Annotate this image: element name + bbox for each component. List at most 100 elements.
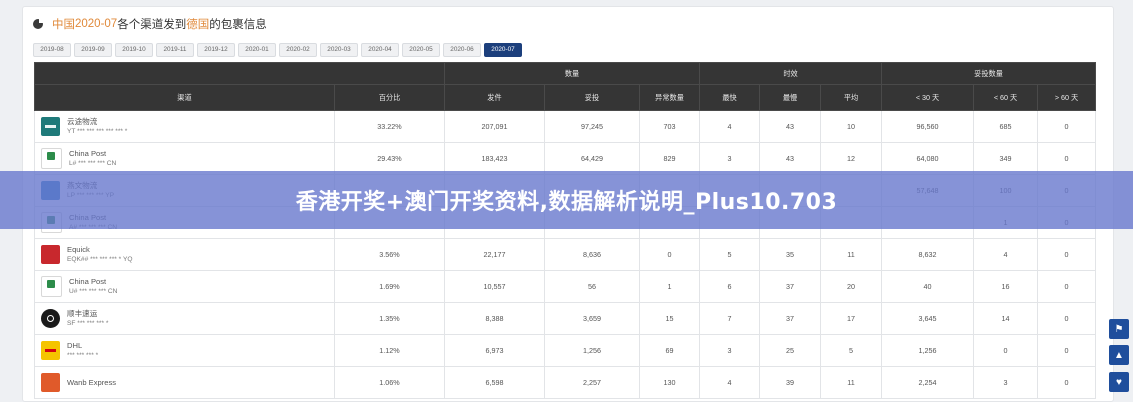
table-cell: 1,256 bbox=[544, 334, 640, 367]
table-cell: 0 bbox=[1037, 142, 1097, 175]
table-cell: 349 bbox=[973, 142, 1039, 175]
title-origin: 中国 bbox=[52, 19, 75, 31]
carrier-logo bbox=[41, 245, 60, 264]
table-group-header: 数量 时效 妥投数量 bbox=[34, 62, 1097, 85]
table-column-header: 渠道 百分比 发件 妥投 异常数量 最快 最慢 平均 < 30 天 < 60 天 > 60 天 bbox=[34, 84, 1097, 111]
month-tab-2019-10[interactable]: 2019-10 bbox=[115, 43, 153, 57]
table-cell: 97,245 bbox=[544, 110, 640, 143]
column-header[interactable]: 最快 bbox=[699, 84, 761, 111]
table-row[interactable]: 顺丰速运 SF *** *** *** * 1.35% 8,388 3,659 15 7 37… bbox=[34, 302, 1097, 335]
title-country: 德国 bbox=[186, 19, 210, 31]
table-cell: 1.69% bbox=[334, 270, 445, 303]
month-tab-2020-02[interactable]: 2020-02 bbox=[279, 43, 317, 57]
column-header[interactable]: 妥投 bbox=[544, 84, 640, 111]
channel-table: 数量 时效 妥投数量 渠道 百分比 发件 妥投 异常数量 最快 最慢 平均 < 30 天 < 60… bbox=[34, 62, 1097, 399]
month-tab-2019-08[interactable]: 2019-08 bbox=[33, 43, 71, 57]
column-header[interactable]: 百分比 bbox=[334, 84, 445, 111]
month-tab-2020-07[interactable]: 2020-07 bbox=[484, 43, 522, 57]
month-tab-2019-09[interactable]: 2019-09 bbox=[74, 43, 112, 57]
table-cell: 3.56% bbox=[334, 238, 445, 271]
table-row[interactable]: Wanb Express 1.06% 6,598 2,257 130 4 39 11 2,254… bbox=[34, 366, 1097, 399]
group-timeliness: 时效 bbox=[699, 62, 883, 85]
group-quantity: 数量 bbox=[443, 62, 701, 85]
table-row[interactable]: China Post U# *** *** *** CN 1.69% 10,557 56… bbox=[34, 270, 1097, 303]
tracking-pattern: *** *** *** * bbox=[67, 352, 99, 359]
carrier-name: Wanb Express bbox=[67, 377, 117, 387]
column-header[interactable]: 平均 bbox=[820, 84, 883, 111]
table-cell: 207,091 bbox=[444, 110, 545, 143]
table-cell: 1.06% bbox=[334, 366, 445, 399]
table-cell: 10 bbox=[820, 110, 883, 143]
month-tab-2020-03[interactable]: 2020-03 bbox=[320, 43, 358, 57]
promo-banner: 香港开奖+澳门开奖资料,数据解析说明_Plus10.703 bbox=[0, 171, 1133, 229]
table-cell: 1.35% bbox=[334, 302, 445, 335]
table-cell: 703 bbox=[638, 110, 701, 143]
table-cell: 17 bbox=[820, 302, 883, 335]
table-cell: 0 bbox=[1037, 334, 1097, 367]
column-header[interactable]: < 30 天 bbox=[881, 84, 975, 111]
table-cell: 3,645 bbox=[881, 302, 975, 335]
table-cell: 685 bbox=[973, 110, 1039, 143]
table-cell: 43 bbox=[759, 110, 822, 143]
month-tab-2019-12[interactable]: 2019-12 bbox=[197, 43, 235, 57]
heart-icon[interactable]: ♥ bbox=[1109, 372, 1129, 392]
table-cell: 64,429 bbox=[544, 142, 640, 175]
table-cell: 37 bbox=[759, 302, 822, 335]
pin-icon[interactable]: ⚑ bbox=[1109, 319, 1129, 339]
channel-cell: 顺丰速运 SF *** *** *** * bbox=[34, 302, 335, 335]
table-body: 云途物流 YT *** *** *** *** *** * 33.22% 207,09… bbox=[34, 110, 1097, 399]
tracking-pattern: YT *** *** *** *** *** * bbox=[67, 128, 128, 135]
carrier-logo bbox=[41, 117, 60, 136]
table-cell: 8,388 bbox=[444, 302, 545, 335]
banner-text: 香港开奖+澳门开奖资料,数据解析说明_Plus10.703 bbox=[295, 190, 838, 215]
channel-cell: China Post U# *** *** *** CN bbox=[34, 270, 335, 303]
table-cell: 4 bbox=[699, 110, 761, 143]
table-cell: 64,080 bbox=[881, 142, 975, 175]
table-row[interactable]: DHL *** *** *** * 1.12% 6,973 1,256 69 3 25 5 1,2… bbox=[34, 334, 1097, 367]
month-tab-2019-11[interactable]: 2019-11 bbox=[156, 43, 194, 57]
carrier-name: 云途物流 bbox=[67, 117, 98, 126]
carrier-name: China Post bbox=[69, 149, 107, 158]
column-header[interactable]: 渠道 bbox=[34, 84, 335, 111]
table-cell: 4 bbox=[973, 238, 1039, 271]
panel-title: 中国 2020-07 各个渠道发到 德国 的包裹信息 bbox=[33, 15, 267, 33]
column-header[interactable]: 最慢 bbox=[759, 84, 822, 111]
column-header[interactable]: < 60 天 bbox=[973, 84, 1039, 111]
table-cell: 43 bbox=[759, 142, 822, 175]
column-header[interactable]: 异常数量 bbox=[638, 84, 701, 111]
table-row[interactable]: Equick EQK## *** *** *** * YQ 3.56% 22,177 8… bbox=[34, 238, 1097, 271]
table-row[interactable]: 云途物流 YT *** *** *** *** *** * 33.22% 207,09… bbox=[34, 110, 1097, 143]
tracking-pattern: L# *** *** *** CN bbox=[69, 160, 117, 167]
column-header[interactable]: > 60 天 bbox=[1037, 84, 1097, 111]
tracking-pattern: U# *** *** *** CN bbox=[69, 288, 118, 295]
table-cell: 0 bbox=[1037, 302, 1097, 335]
table-cell: 14 bbox=[973, 302, 1039, 335]
month-tab-2020-05[interactable]: 2020-05 bbox=[402, 43, 440, 57]
table-row[interactable]: China Post L# *** *** *** CN 29.43% 183,423… bbox=[34, 142, 1097, 175]
table-cell: 4 bbox=[699, 366, 761, 399]
carrier-logo bbox=[41, 341, 60, 360]
table-cell: 0 bbox=[1037, 366, 1097, 399]
month-tab-2020-01[interactable]: 2020-01 bbox=[238, 43, 276, 57]
carrier-logo bbox=[41, 309, 60, 328]
table-cell: 1,256 bbox=[881, 334, 975, 367]
month-tab-2020-06[interactable]: 2020-06 bbox=[443, 43, 481, 57]
table-cell: 29.43% bbox=[334, 142, 445, 175]
carrier-name: DHL bbox=[67, 341, 83, 350]
table-cell: 0 bbox=[973, 334, 1039, 367]
group-blank bbox=[34, 62, 445, 85]
month-tab-2020-04[interactable]: 2020-04 bbox=[361, 43, 399, 57]
table-cell: 37 bbox=[759, 270, 822, 303]
table-cell: 7 bbox=[699, 302, 761, 335]
column-header[interactable]: 发件 bbox=[444, 84, 545, 111]
table-cell: 1.12% bbox=[334, 334, 445, 367]
chevron-up-icon[interactable]: ▲ bbox=[1109, 345, 1129, 365]
title-middle: 各个渠道发到 bbox=[117, 19, 187, 31]
title-month: 2020-07 bbox=[75, 18, 118, 30]
month-selector: 2019-08 2019-09 2019-10 2019-11 2019-12 2020-… bbox=[33, 43, 522, 57]
table-cell: 8,632 bbox=[881, 238, 975, 271]
table-cell: 39 bbox=[759, 366, 822, 399]
table-cell: 5 bbox=[699, 238, 761, 271]
table-cell: 3 bbox=[973, 366, 1039, 399]
table-cell: 0 bbox=[1037, 270, 1097, 303]
